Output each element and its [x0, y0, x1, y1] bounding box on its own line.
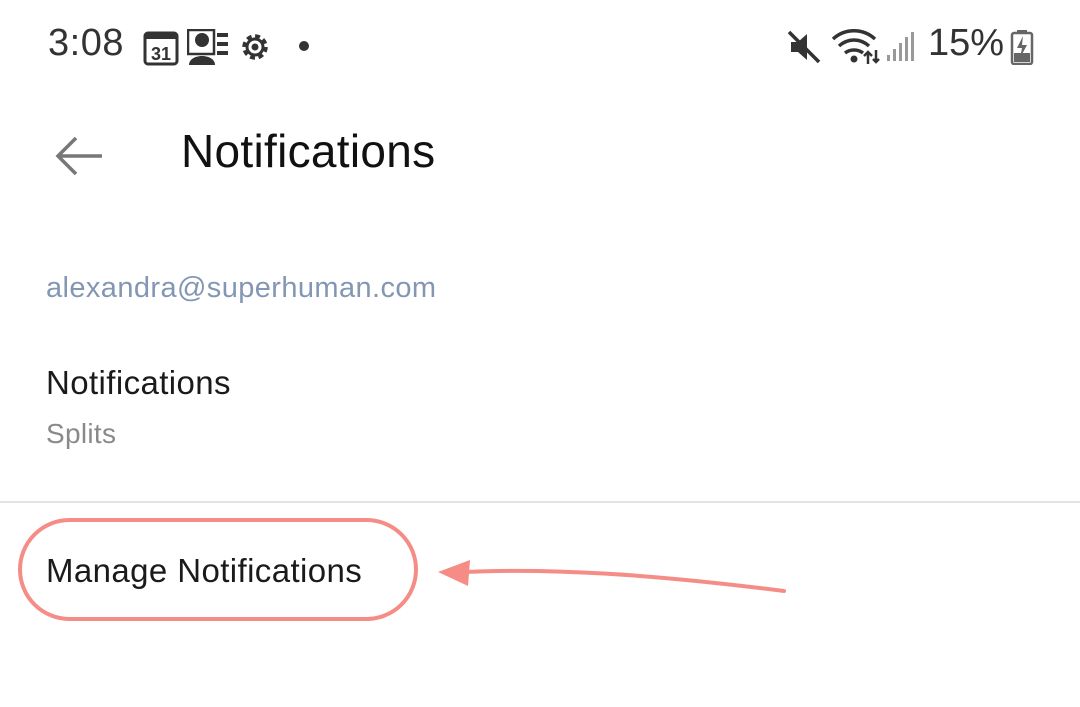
- divider: [0, 501, 1080, 503]
- calendar-day: 31: [151, 44, 171, 64]
- account-email: alexandra@superhuman.com: [46, 272, 437, 304]
- notifications-setting-title: Notifications: [46, 364, 231, 401]
- status-time: 3:08: [48, 22, 124, 64]
- wifi-icon: [831, 29, 880, 64]
- page-title: Notifications: [181, 125, 436, 177]
- notifications-setting-value: Splits: [46, 418, 117, 449]
- manage-notifications-label: Manage Notifications: [46, 552, 363, 589]
- mute-icon: [787, 30, 821, 64]
- status-bar: 3:08 31 15%: [0, 0, 1080, 92]
- notifications-setting-item[interactable]: Notifications Splits: [0, 344, 1080, 464]
- battery-charging-icon: [1010, 30, 1034, 65]
- calendar-icon: 31: [143, 31, 179, 66]
- arrow-left-icon: [55, 136, 102, 176]
- notification-dot-icon: [299, 41, 309, 51]
- settings-gear-icon: [242, 34, 268, 60]
- battery-percent: 15%: [928, 22, 1005, 64]
- back-button[interactable]: [44, 124, 114, 188]
- contacts-icon: [187, 29, 228, 65]
- annotation-arrow-icon: [438, 560, 786, 593]
- signal-icon: [887, 32, 914, 61]
